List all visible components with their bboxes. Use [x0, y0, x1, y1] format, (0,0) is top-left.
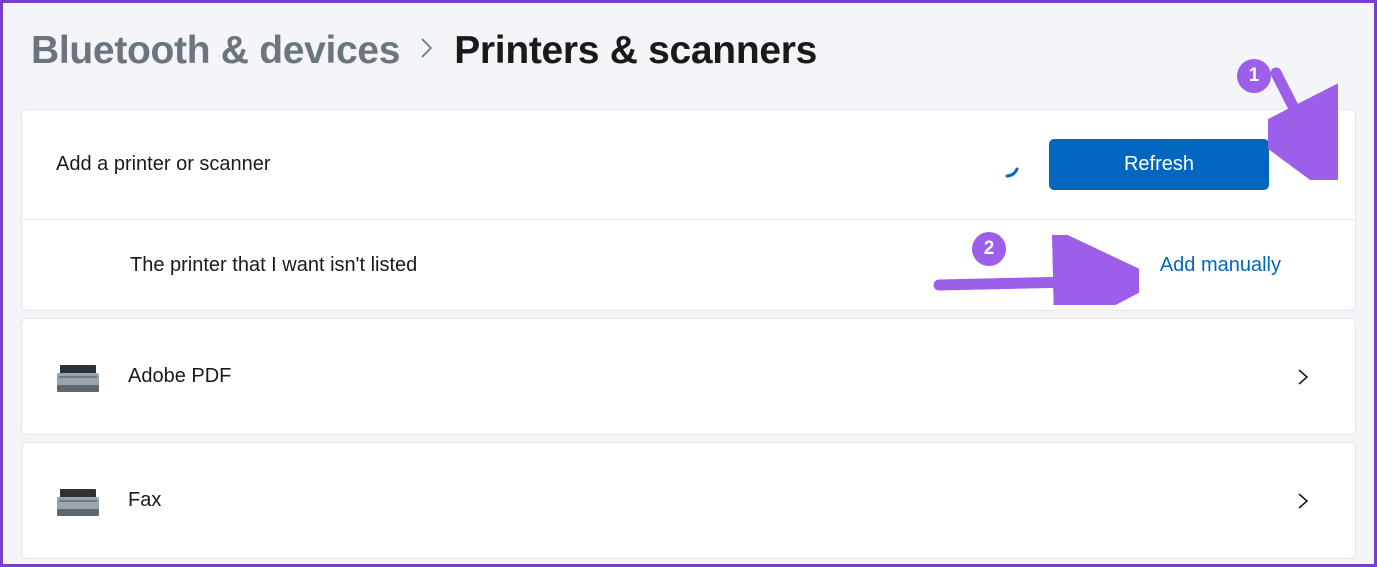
add-manually-link[interactable]: Add manually	[1160, 254, 1325, 277]
breadcrumb-current: Printers & scanners	[454, 29, 817, 73]
annotation-badge-1: 1	[1237, 59, 1271, 93]
printer-item-card[interactable]: Fax	[21, 442, 1356, 559]
printer-icon	[56, 359, 128, 395]
printer-icon	[56, 483, 128, 519]
printer-item-card[interactable]: Adobe PDF	[21, 318, 1356, 435]
printer-row[interactable]: Fax	[22, 443, 1355, 558]
page-header: Bluetooth & devices Printers & scanners	[3, 3, 1374, 109]
printer-row[interactable]: Adobe PDF	[22, 319, 1355, 434]
add-printer-label: Add a printer or scanner	[56, 153, 993, 176]
chevron-right-icon	[1281, 491, 1325, 511]
breadcrumb: Bluetooth & devices Printers & scanners	[31, 29, 1346, 73]
loading-spinner-icon	[993, 151, 1021, 179]
printer-not-listed-row: The printer that I want isn't listed Add…	[22, 220, 1355, 310]
refresh-button[interactable]: Refresh	[1049, 139, 1269, 190]
chevron-right-icon	[1281, 367, 1325, 387]
annotation-arrow-1	[1268, 65, 1338, 180]
printer-name: Fax	[128, 489, 1269, 512]
printer-name: Adobe PDF	[128, 365, 1269, 388]
add-printer-card: Add a printer or scanner Refresh The pri…	[21, 109, 1356, 311]
chevron-right-icon	[420, 37, 434, 66]
add-printer-row[interactable]: Add a printer or scanner Refresh	[22, 110, 1355, 220]
annotation-arrow-2	[929, 235, 1139, 305]
annotation-badge-2: 2	[972, 232, 1006, 266]
breadcrumb-parent[interactable]: Bluetooth & devices	[31, 29, 400, 73]
